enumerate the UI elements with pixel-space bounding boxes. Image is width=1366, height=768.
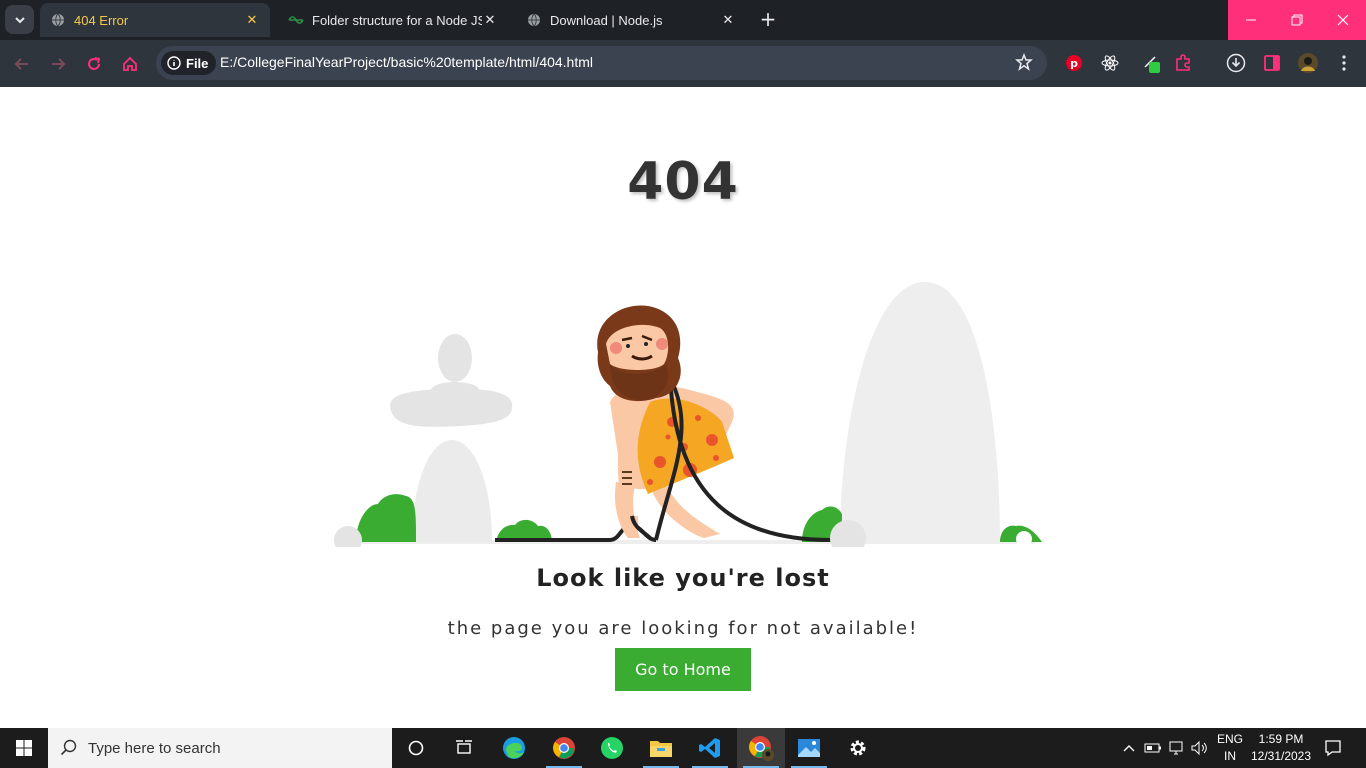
- info-icon: [167, 56, 181, 70]
- eye: [626, 344, 630, 348]
- svg-text:p: p: [1070, 57, 1078, 70]
- reload-icon: [88, 57, 101, 70]
- eye: [644, 342, 648, 346]
- extension-badge-icon[interactable]: [1140, 52, 1162, 74]
- download-icon[interactable]: [1225, 52, 1247, 74]
- cheek: [656, 338, 668, 350]
- window-controls: [1228, 0, 1366, 40]
- tab-title: Folder structure for a Node JS p: [312, 12, 482, 28]
- whatsapp-icon[interactable]: [588, 728, 636, 768]
- tab-search-button[interactable]: [5, 5, 34, 34]
- browser-toolbar: File E:/CollegeFinalYearProject/basic%20…: [0, 40, 1366, 87]
- language-code: ENG: [1216, 732, 1243, 746]
- close-icon[interactable]: ✕: [244, 12, 260, 28]
- tall-stone: [840, 282, 1000, 542]
- minimize-button[interactable]: [1228, 0, 1274, 40]
- cheek: [610, 342, 622, 354]
- show-hidden-icons-button[interactable]: [1118, 728, 1140, 768]
- menu-kebab-icon[interactable]: [1333, 52, 1355, 74]
- edge-icon[interactable]: [490, 728, 538, 768]
- clock-date: 12/31/2023: [1250, 749, 1312, 763]
- cortana-icon[interactable]: [392, 728, 440, 768]
- notifications-button[interactable]: [1318, 728, 1348, 768]
- caveman-illustration: [334, 282, 1042, 547]
- stone-pillar: [412, 440, 492, 542]
- scheme-label: File: [186, 55, 209, 71]
- search-placeholder: Type here to search: [88, 739, 221, 757]
- task-view-icon[interactable]: [440, 728, 488, 768]
- vscode-icon[interactable]: [686, 728, 734, 768]
- tab-folder-structure[interactable]: Folder structure for a Node JS p ✕: [278, 3, 508, 37]
- reload-button[interactable]: [81, 51, 107, 77]
- react-devtools-icon[interactable]: [1099, 52, 1121, 74]
- language-indicator[interactable]: ENG IN: [1212, 728, 1248, 768]
- lost-subtitle: the page you are looking for not availab…: [447, 618, 919, 639]
- gfg-icon: [288, 12, 304, 28]
- back-button[interactable]: [9, 51, 35, 77]
- globe-icon: [50, 12, 66, 28]
- network-icon[interactable]: [1166, 728, 1188, 768]
- region-code: IN: [1224, 749, 1236, 763]
- close-icon: [1337, 14, 1349, 26]
- bush: [356, 494, 416, 542]
- windows-taskbar: Type here to search ENG IN 1:59 PM 12/31…: [0, 728, 1366, 768]
- arrow-right-icon: [52, 58, 66, 70]
- pinterest-icon[interactable]: p: [1063, 52, 1085, 74]
- new-tab-button[interactable]: +: [757, 8, 779, 30]
- stone: [438, 334, 472, 382]
- chevron-down-icon: [14, 16, 25, 23]
- globe-icon: [526, 12, 542, 28]
- stone: [390, 388, 513, 427]
- chrome-profile-icon[interactable]: [737, 728, 785, 768]
- photos-icon[interactable]: [785, 728, 833, 768]
- chevron-up-icon: [1123, 745, 1135, 752]
- notification-icon: [1325, 740, 1341, 757]
- start-button[interactable]: [0, 728, 48, 768]
- side-panel-icon[interactable]: [1261, 52, 1283, 74]
- error-code-heading: 404: [627, 152, 739, 212]
- forward-button[interactable]: [45, 51, 71, 77]
- home-button[interactable]: [117, 51, 143, 77]
- tab-title: 404 Error: [74, 12, 129, 28]
- minimize-icon: [1246, 19, 1256, 21]
- restore-button[interactable]: [1274, 0, 1320, 40]
- search-icon: [60, 739, 77, 756]
- close-window-button[interactable]: [1320, 0, 1366, 40]
- close-icon[interactable]: ✕: [482, 12, 498, 28]
- page-content: 404 Look like you're lost the page you a…: [0, 87, 1366, 728]
- close-icon[interactable]: ✕: [720, 12, 736, 28]
- tab-404-error[interactable]: 404 Error ✕: [40, 3, 270, 37]
- url-text[interactable]: E:/CollegeFinalYearProject/basic%20templ…: [220, 54, 593, 70]
- clock[interactable]: 1:59 PM 12/31/2023: [1250, 728, 1312, 768]
- chrome-icon[interactable]: [540, 728, 588, 768]
- go-to-home-button[interactable]: Go to Home: [615, 648, 751, 691]
- tab-download-nodejs[interactable]: Download | Node.js ✕: [516, 3, 746, 37]
- settings-icon[interactable]: [834, 728, 882, 768]
- windows-logo-icon: [16, 740, 32, 756]
- arrow-left-icon: [14, 58, 28, 70]
- taskbar-search[interactable]: Type here to search: [48, 728, 392, 768]
- battery-icon[interactable]: [1142, 728, 1164, 768]
- pebble: [1016, 531, 1032, 547]
- restore-icon: [1291, 14, 1303, 26]
- lost-heading: Look like you're lost: [536, 564, 830, 592]
- home-icon: [123, 56, 137, 71]
- address-bar[interactable]: File E:/CollegeFinalYearProject/basic%20…: [156, 46, 1047, 80]
- volume-icon[interactable]: [1188, 728, 1210, 768]
- browser-tab-strip: 404 Error ✕ Folder structure for a Node …: [0, 0, 1366, 40]
- file-explorer-icon[interactable]: [637, 728, 685, 768]
- extensions-puzzle-icon[interactable]: [1172, 52, 1194, 74]
- profile-avatar[interactable]: [1297, 52, 1319, 74]
- bookmark-star-icon[interactable]: [1015, 52, 1033, 75]
- site-info-chip[interactable]: File: [161, 51, 217, 75]
- clock-time: 1:59 PM: [1258, 732, 1304, 746]
- tab-title: Download | Node.js: [550, 12, 663, 28]
